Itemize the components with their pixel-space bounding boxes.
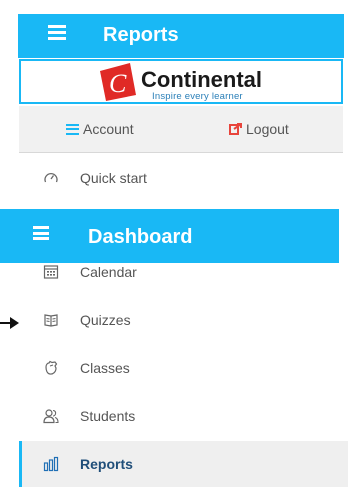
menu-item-quick-start[interactable]: Quick start: [19, 155, 348, 201]
hamburger-icon[interactable]: [33, 226, 49, 240]
page-title: Reports: [103, 24, 179, 46]
account-button[interactable]: Account: [66, 121, 134, 137]
hamburger-icon: [66, 123, 79, 135]
menu-item-reports[interactable]: Reports: [19, 441, 348, 487]
logout-button[interactable]: Logout: [229, 121, 289, 137]
app-page: Reports C Continental Inspire every lear…: [0, 0, 348, 487]
menu-item-label: Classes: [80, 360, 130, 376]
logo-tagline: Inspire every learner: [152, 91, 243, 102]
menu-item-label: Quizzes: [80, 312, 131, 328]
logout-label: Logout: [246, 121, 289, 137]
menu-item-label: Calendar: [80, 264, 137, 280]
menu-item-classes[interactable]: Classes: [19, 345, 348, 391]
svg-text:C: C: [109, 69, 127, 98]
menu-item-quizzes[interactable]: Quizzes: [19, 297, 348, 343]
users-icon: [43, 409, 59, 424]
menu-item-calendar[interactable]: Calendar: [19, 249, 348, 295]
hamburger-icon[interactable]: [48, 25, 66, 41]
hand-icon: [45, 360, 58, 375]
menu-item-students[interactable]: Students: [19, 393, 348, 439]
arrow-right-icon: [0, 317, 19, 329]
book-icon: [44, 314, 58, 327]
top-header: Reports: [18, 14, 344, 58]
calendar-icon: [43, 265, 59, 279]
logo-name: Continental: [141, 67, 262, 92]
menu-item-label: Reports: [80, 456, 133, 472]
account-label: Account: [83, 121, 134, 137]
account-row: Account Logout: [19, 106, 343, 153]
dashboard-title: Dashboard: [88, 226, 193, 248]
logout-icon: [229, 123, 242, 135]
menu-item-label: Quick start: [80, 170, 147, 186]
gauge-icon: [44, 172, 58, 183]
menu-item-label: Students: [80, 408, 136, 424]
bar-chart-icon: [43, 456, 59, 472]
logo-banner: C Continental Inspire every learner: [19, 59, 343, 104]
continental-logo-icon: C: [100, 63, 136, 101]
